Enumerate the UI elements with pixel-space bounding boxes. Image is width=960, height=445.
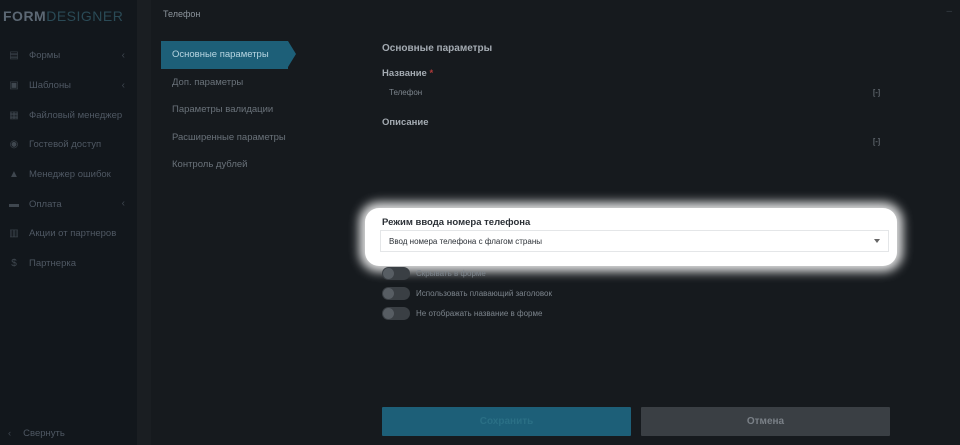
warning-icon: ▲ — [9, 169, 19, 181]
tab-label: Расширенные параметры — [172, 131, 286, 143]
sidebar-item-label: Формы — [29, 50, 61, 62]
toggle-label: Не отображать название в форме — [416, 308, 543, 318]
chevron-left-icon: ‹ — [8, 428, 12, 439]
sidebar-nav: ▤ Формы ‹ ▣ Шаблоны ‹ ▦ Файловый менедже… — [0, 41, 137, 279]
logo[interactable]: FORMDESIGNER — [3, 8, 123, 24]
tab-basic-params[interactable]: Основные параметры — [161, 41, 296, 69]
toggle-switch[interactable] — [382, 266, 410, 280]
forms-icon: ▤ — [9, 50, 19, 62]
sidebar-item-guest-access[interactable]: ◉ Гостевой доступ — [0, 130, 137, 160]
sidebar-item-templates[interactable]: ▣ Шаблоны ‹ — [0, 71, 137, 101]
tab-label: Доп. параметры — [172, 76, 244, 88]
payment-icon: ▬ — [9, 198, 19, 210]
tab-label: Параметры валидации — [172, 104, 274, 116]
sidebar-item-label: Партнерка — [29, 258, 76, 270]
logo-text-designer: DESIGNER — [46, 8, 124, 24]
save-button[interactable]: Сохранить — [382, 407, 631, 436]
files-icon: ▦ — [9, 109, 19, 121]
chevron-left-icon: ‹ — [121, 50, 125, 61]
settings-tabs: Основные параметры Доп. параметры Параме… — [161, 41, 297, 179]
caret-down-icon — [874, 239, 880, 243]
tab-extra-params[interactable]: Доп. параметры — [161, 69, 297, 97]
sidebar-item-partner-promos[interactable]: ▥ Акции от партнеров — [0, 219, 137, 249]
name-label: Название * — [382, 68, 433, 79]
sidebar: FORMDESIGNER ▤ Формы ‹ ▣ Шаблоны ‹ ▦ Фай… — [0, 0, 137, 445]
sidebar-item-forms[interactable]: ▤ Формы ‹ — [0, 41, 137, 71]
tab-advanced-params[interactable]: Расширенные параметры — [161, 124, 297, 152]
sidebar-item-label: Файловый менеджер — [29, 109, 123, 121]
guest-icon: ◉ — [9, 139, 19, 151]
toggle-switch[interactable] — [382, 306, 410, 320]
toggle-switch[interactable] — [382, 286, 410, 300]
chevron-left-icon: ‹ — [121, 198, 125, 210]
name-input[interactable]: Телефон — [389, 88, 422, 97]
panel-title: Телефон — [163, 9, 201, 19]
toggle-hide-in-form[interactable]: Скрывать в форме — [382, 266, 486, 280]
description-expand-toggle[interactable]: [-] — [873, 137, 880, 146]
templates-icon: ▣ — [9, 80, 19, 92]
tab-label: Основные параметры — [172, 49, 269, 61]
phone-mode-select[interactable]: Ввод номера телефона с флагом страны — [380, 230, 889, 252]
collapse-label: Свернуть — [23, 428, 65, 439]
toggle-label: Скрывать в форме — [416, 268, 486, 278]
sidebar-item-label: Оплата — [29, 198, 62, 210]
field-settings-panel: Телефон – Основные параметры Доп. параме… — [151, 0, 960, 445]
tab-validation-params[interactable]: Параметры валидации — [161, 96, 297, 124]
description-label: Описание — [382, 117, 429, 128]
sidebar-item-error-manager[interactable]: ▲ Менеджер ошибок — [0, 160, 137, 190]
sidebar-item-label: Шаблоны — [29, 80, 72, 92]
toggle-label: Использовать плавающий заголовок — [416, 288, 552, 298]
sidebar-item-file-manager[interactable]: ▦ Файловый менеджер — [0, 100, 137, 130]
name-label-text: Название — [382, 68, 427, 79]
logo-text-form: FORM — [3, 8, 47, 24]
sidebar-collapse-button[interactable]: ‹ Свернуть — [8, 428, 65, 439]
dollar-icon: $ — [11, 258, 17, 270]
phone-mode-selected-value: Ввод номера телефона с флагом страны — [389, 236, 542, 246]
tab-duplicate-control[interactable]: Контроль дублей — [161, 151, 297, 179]
sidebar-item-label: Акции от партнеров — [29, 228, 117, 240]
sidebar-item-label: Гостевой доступ — [29, 139, 102, 151]
cancel-button[interactable]: Отмена — [641, 407, 890, 436]
chevron-left-icon: ‹ — [121, 79, 125, 91]
toggle-floating-header[interactable]: Использовать плавающий заголовок — [382, 286, 552, 300]
sidebar-item-label: Менеджер ошибок — [29, 169, 111, 181]
sidebar-divider — [137, 0, 151, 445]
sidebar-item-payment[interactable]: ▬ Оплата ‹ — [0, 189, 137, 219]
close-icon[interactable]: – — [946, 6, 952, 17]
sidebar-item-affiliate[interactable]: $ Партнерка — [0, 249, 137, 279]
name-expand-toggle[interactable]: [-] — [873, 88, 880, 97]
gift-icon: ▥ — [9, 228, 19, 240]
tab-label: Контроль дублей — [172, 159, 248, 171]
section-title: Основные параметры — [382, 43, 493, 54]
toggle-hide-name[interactable]: Не отображать название в форме — [382, 306, 542, 320]
required-mark: * — [429, 68, 434, 79]
phone-mode-label: Режим ввода номера телефона — [382, 217, 531, 228]
